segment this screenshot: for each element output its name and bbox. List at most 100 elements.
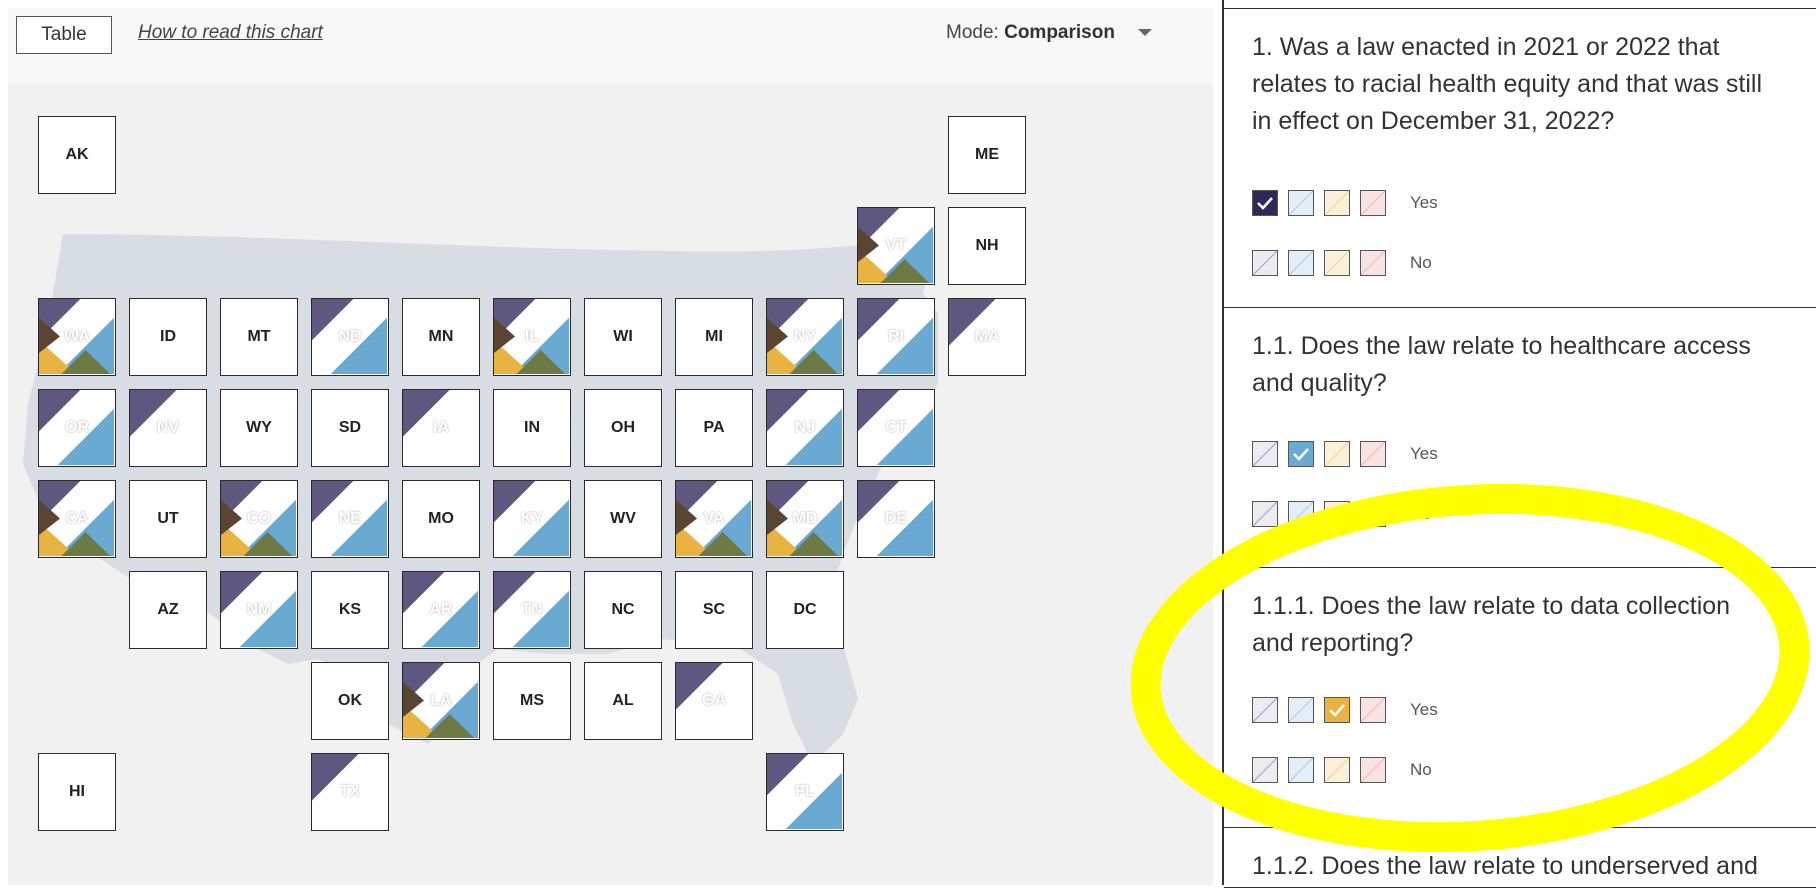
filter-checkbox[interactable] <box>1252 250 1278 276</box>
state-tile-oh[interactable]: OH <box>584 389 662 467</box>
filter-checkbox[interactable] <box>1360 501 1386 527</box>
state-tile-de[interactable]: DE <box>857 480 935 558</box>
question-text: 1.1.2. Does the law relate to underserve… <box>1252 852 1758 880</box>
state-tile-ar[interactable]: AR <box>402 571 480 649</box>
filter-checkbox[interactable] <box>1288 757 1314 783</box>
state-tile-or[interactable]: OR <box>38 389 116 467</box>
state-tile-ca[interactable]: CA <box>38 480 116 558</box>
state-abbr-label: DE <box>884 510 908 527</box>
filter-checkbox[interactable] <box>1252 697 1278 723</box>
state-tile-az[interactable]: AZ <box>129 571 207 649</box>
state-tile-ut[interactable]: UT <box>129 480 207 558</box>
state-abbr-label: MA <box>974 328 1000 345</box>
state-tile-wi[interactable]: WI <box>584 298 662 376</box>
state-abbr-label: RI <box>888 328 904 345</box>
filter-checkbox[interactable] <box>1360 250 1386 276</box>
filter-checkbox[interactable] <box>1252 501 1278 527</box>
state-tile-wy[interactable]: WY <box>220 389 298 467</box>
state-tile-dc[interactable]: DC <box>766 571 844 649</box>
state-abbr-label: ID <box>160 328 176 345</box>
state-tile-id[interactable]: ID <box>129 298 207 376</box>
state-tile-sd[interactable]: SD <box>311 389 389 467</box>
how-to-read-chart-link[interactable]: How to read this chart <box>138 22 323 44</box>
state-tile-mo[interactable]: MO <box>402 480 480 558</box>
state-tile-nv[interactable]: NV <box>129 389 207 467</box>
filter-checkbox[interactable] <box>1252 757 1278 783</box>
state-tile-la[interactable]: LA <box>402 662 480 740</box>
filter-checkbox[interactable] <box>1324 501 1350 527</box>
state-tile-nd[interactable]: ND <box>311 298 389 376</box>
state-tile-ga[interactable]: GA <box>675 662 753 740</box>
state-tile-pa[interactable]: PA <box>675 389 753 467</box>
filter-checkbox[interactable] <box>1360 757 1386 783</box>
option-row-yes: Yes <box>1252 696 1438 724</box>
state-tile-ia[interactable]: IA <box>402 389 480 467</box>
state-tile-ok[interactable]: OK <box>311 662 389 740</box>
state-tile-ak[interactable]: AK <box>38 116 116 194</box>
filter-checkbox[interactable] <box>1324 757 1350 783</box>
filter-checkbox[interactable] <box>1252 190 1278 216</box>
state-tile-in[interactable]: IN <box>493 389 571 467</box>
chevron-down-icon <box>1138 29 1153 37</box>
state-tile-sc[interactable]: SC <box>675 571 753 649</box>
state-abbr-label: IL <box>524 328 540 345</box>
state-tile-wv[interactable]: WV <box>584 480 662 558</box>
state-tile-hi[interactable]: HI <box>38 753 116 831</box>
option-row-no: No <box>1252 249 1432 277</box>
state-tile-nm[interactable]: NM <box>220 571 298 649</box>
tile-map: AK ME VT NH WA ID MT ND MN IL WI MI NY RI MA OR NV WY SD IA… <box>8 84 1213 885</box>
state-abbr-label: AL <box>612 692 634 709</box>
state-tile-md[interactable]: MD <box>766 480 844 558</box>
filter-checkbox[interactable] <box>1324 250 1350 276</box>
state-abbr-label: WA <box>64 328 90 345</box>
state-tile-ky[interactable]: KY <box>493 480 571 558</box>
state-tile-mi[interactable]: MI <box>675 298 753 376</box>
state-tile-me[interactable]: ME <box>948 116 1026 194</box>
questions-panel: 1. Was a law enacted in 2021 or 2022 tha… <box>1222 0 1816 888</box>
map-toolbar: Table How to read this chart Mode: Compa… <box>8 8 1213 84</box>
filter-checkbox[interactable] <box>1360 441 1386 467</box>
state-tile-tn[interactable]: TN <box>493 571 571 649</box>
state-tile-nc[interactable]: NC <box>584 571 662 649</box>
option-label: Yes <box>1410 193 1438 212</box>
state-tile-mn[interactable]: MN <box>402 298 480 376</box>
state-tile-ma[interactable]: MA <box>948 298 1026 376</box>
state-tile-ms[interactable]: MS <box>493 662 571 740</box>
filter-checkbox[interactable] <box>1324 697 1350 723</box>
filter-checkbox[interactable] <box>1288 501 1314 527</box>
filter-checkbox[interactable] <box>1288 441 1314 467</box>
table-view-button[interactable]: Table <box>16 16 112 54</box>
filter-checkbox[interactable] <box>1324 190 1350 216</box>
state-tile-co[interactable]: CO <box>220 480 298 558</box>
state-tile-ks[interactable]: KS <box>311 571 389 649</box>
state-abbr-label: NC <box>611 601 635 618</box>
filter-checkbox[interactable] <box>1288 250 1314 276</box>
state-tile-vt[interactable]: VT <box>857 207 935 285</box>
state-tile-va[interactable]: VA <box>675 480 753 558</box>
state-abbr-label: OK <box>338 692 362 709</box>
state-tile-mt[interactable]: MT <box>220 298 298 376</box>
filter-checkbox[interactable] <box>1324 441 1350 467</box>
state-tile-nj[interactable]: NJ <box>766 389 844 467</box>
state-abbr-label: OH <box>611 419 635 436</box>
state-tile-ct[interactable]: CT <box>857 389 935 467</box>
state-tile-fl[interactable]: FL <box>766 753 844 831</box>
state-tile-ne[interactable]: NE <box>311 480 389 558</box>
state-tile-tx[interactable]: TX <box>311 753 389 831</box>
filter-checkbox[interactable] <box>1252 441 1278 467</box>
state-tile-il[interactable]: IL <box>493 298 571 376</box>
state-abbr-label: WV <box>610 510 636 527</box>
filter-checkbox[interactable] <box>1360 697 1386 723</box>
filter-checkbox[interactable] <box>1288 190 1314 216</box>
filter-checkbox[interactable] <box>1360 190 1386 216</box>
state-abbr-label: DC <box>793 601 817 618</box>
state-tile-ri[interactable]: RI <box>857 298 935 376</box>
state-tile-wa[interactable]: WA <box>38 298 116 376</box>
state-tile-al[interactable]: AL <box>584 662 662 740</box>
state-tile-nh[interactable]: NH <box>948 207 1026 285</box>
mode-dropdown[interactable]: Mode: Comparison <box>946 22 1153 44</box>
state-abbr-label: LA <box>430 692 452 709</box>
question-text: 1. Was a law enacted in 2021 or 2022 tha… <box>1252 33 1762 135</box>
filter-checkbox[interactable] <box>1288 697 1314 723</box>
state-tile-ny[interactable]: NY <box>766 298 844 376</box>
